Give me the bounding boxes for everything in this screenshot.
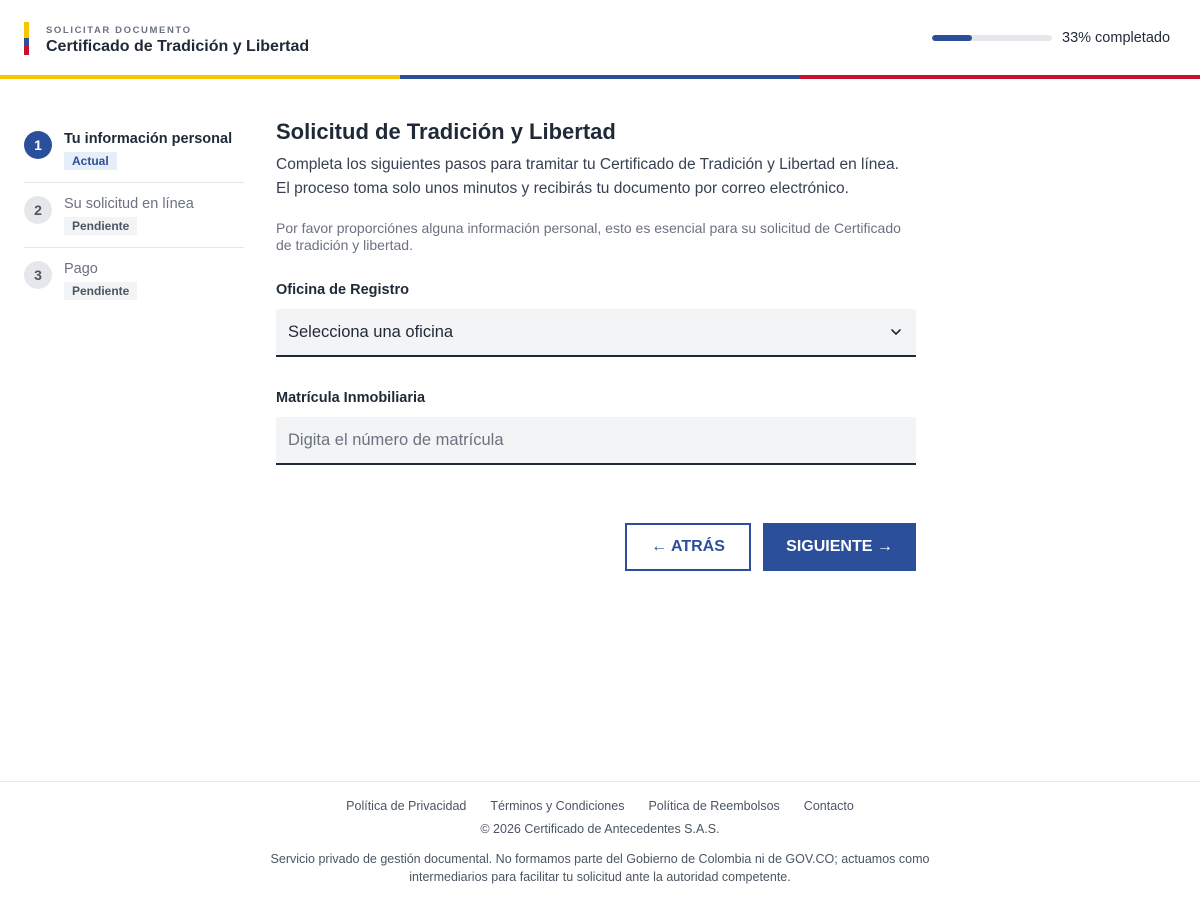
matricula-label: Matrícula Inmobiliaria <box>276 390 426 406</box>
page-title: Solicitud de Tradición y Libertad <box>276 119 616 144</box>
progress-fill <box>932 35 972 41</box>
office-select[interactable]: Selecciona una oficina <box>276 309 916 357</box>
back-button[interactable]: ← ATRÁS <box>625 523 751 571</box>
info-note: Por favor proporciónes alguna informació… <box>276 220 901 253</box>
footer-links: Política de Privacidad Términos y Condic… <box>0 799 1200 813</box>
step-item-payment[interactable]: 3 Pago Pendiente <box>24 248 244 313</box>
terms-link[interactable]: Términos y Condiciones <box>490 799 624 813</box>
app-header: SOLICITAR DOCUMENTO Certificado de Tradi… <box>0 0 1200 76</box>
step-number: 2 <box>24 196 52 224</box>
step-number: 3 <box>24 261 52 289</box>
next-button[interactable]: SIGUIENTE → <box>763 523 916 571</box>
footer: Política de Privacidad Términos y Condic… <box>0 781 1200 900</box>
step-number: 1 <box>24 131 52 159</box>
disclaimer: Servicio privado de gestión documental. … <box>270 852 930 884</box>
step-title: Pago <box>64 261 98 277</box>
progress-label: 33% completado <box>1062 30 1171 46</box>
chevron-down-icon <box>888 324 904 340</box>
contact-link[interactable]: Contacto <box>804 799 854 813</box>
step-title: Su solicitud en línea <box>64 196 194 212</box>
copyright: © 2026 Certificado de Antecedentes S.A.S… <box>480 822 720 836</box>
document-title: Certificado de Tradición y Libertad <box>46 38 310 55</box>
progress-bar <box>932 35 1052 41</box>
matricula-input[interactable] <box>276 417 916 465</box>
office-label: Oficina de Registro <box>276 282 409 298</box>
step-title: Tu información personal <box>64 131 233 147</box>
header-eyebrow: SOLICITAR DOCUMENTO <box>46 25 192 36</box>
flag-logo <box>24 22 29 55</box>
step-item-online-request[interactable]: 2 Su solicitud en línea Pendiente <box>24 183 244 248</box>
intro-text: Completa los siguientes pasos para trami… <box>276 156 899 197</box>
office-select-value: Selecciona una oficina <box>288 322 454 341</box>
privacy-policy-link[interactable]: Política de Privacidad <box>346 799 466 813</box>
step-item-personal-info[interactable]: 1 Tu información personal Actual <box>24 118 244 183</box>
main-form: Solicitud de Tradición y Libertad Comple… <box>276 118 916 465</box>
stepper: 1 Tu información personal Actual 2 Su so… <box>24 118 244 313</box>
tricolor-divider <box>0 75 1200 79</box>
status-badge: Actual <box>64 152 117 170</box>
refund-policy-link[interactable]: Política de Reembolsos <box>648 799 779 813</box>
status-badge: Pendiente <box>64 282 138 300</box>
status-badge: Pendiente <box>64 217 138 235</box>
